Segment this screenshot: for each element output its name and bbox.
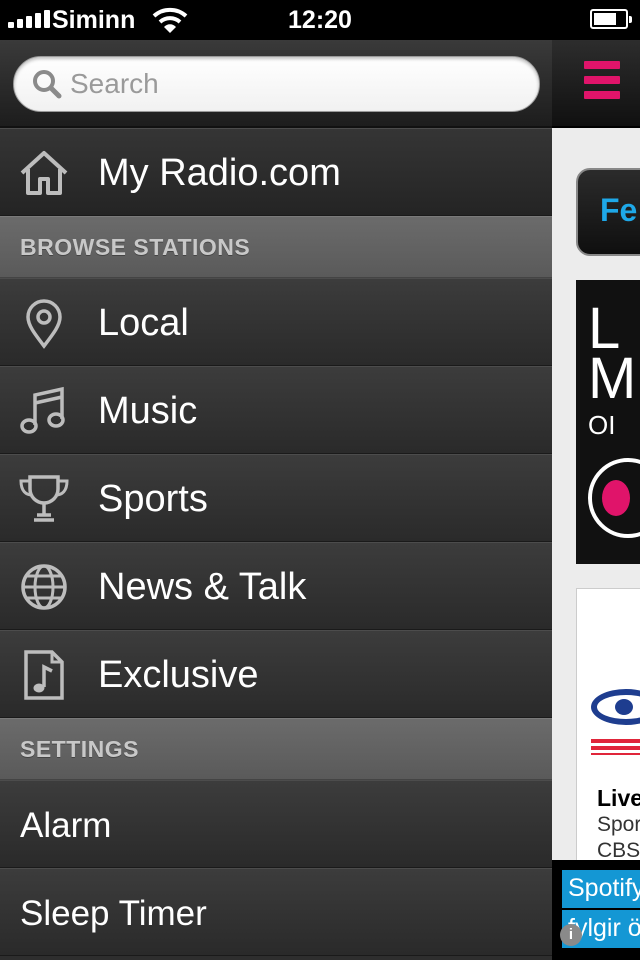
location-pin-icon <box>18 297 70 349</box>
promo-banner[interactable]: LM OI <box>576 280 640 564</box>
menu-item-alarm[interactable]: Alarm <box>0 780 552 868</box>
search-input[interactable] <box>70 65 510 103</box>
banner-line: OI <box>588 410 616 440</box>
search-box[interactable] <box>13 56 540 112</box>
clock: 12:20 <box>288 6 352 34</box>
hamburger-menu-icon[interactable] <box>584 61 620 103</box>
menu-item-label: News & Talk <box>98 566 307 608</box>
featured-tab-label: Fe <box>600 192 638 228</box>
ad-banner[interactable]: Spotify fylgir ö i <box>552 860 640 960</box>
main-content-peek[interactable]: Fe LM OI Live Spor CBS Spotify fylgir ö … <box>552 40 640 960</box>
info-icon[interactable]: i <box>560 924 582 946</box>
menu-item-sleep-timer[interactable]: Sleep Timer <box>0 868 552 956</box>
side-menu: My Radio.com BROWSE STATIONS Local Music <box>0 40 552 960</box>
banner-logo-icon <box>588 458 640 538</box>
station-card[interactable]: Live Spor CBS <box>576 588 640 868</box>
station-logo-stripe <box>591 739 640 755</box>
menu-item-label: My Radio.com <box>98 152 341 194</box>
menu-item-label: Exclusive <box>98 654 259 696</box>
menu-item-label: Alarm <box>20 806 112 845</box>
trophy-icon <box>18 473 70 525</box>
section-header-label: BROWSE STATIONS <box>20 234 251 260</box>
globe-icon <box>18 561 70 613</box>
search-bar <box>0 40 552 128</box>
home-icon <box>18 147 70 199</box>
battery-icon <box>590 9 632 29</box>
content-top-bar <box>552 40 640 128</box>
section-header-label: SETTINGS <box>20 736 140 762</box>
menu-item-local[interactable]: Local <box>0 278 552 366</box>
menu-item-sports[interactable]: Sports <box>0 454 552 542</box>
featured-tab[interactable]: Fe <box>576 168 640 256</box>
menu-item-music[interactable]: Music <box>0 366 552 454</box>
station-card-title: Live <box>597 785 640 811</box>
ad-text: Spotify <box>562 870 640 908</box>
music-file-icon <box>18 649 70 701</box>
search-icon <box>32 69 62 104</box>
station-card-subtitle: Spor <box>597 813 640 836</box>
menu-item-news-talk[interactable]: News & Talk <box>0 542 552 630</box>
section-header-browse: BROWSE STATIONS <box>0 216 552 278</box>
menu-item-label: Music <box>98 390 198 432</box>
menu-item-exclusive[interactable]: Exclusive <box>0 630 552 718</box>
menu-item-label: Sports <box>98 478 208 520</box>
menu-item-label: Sleep Timer <box>20 894 207 933</box>
status-bar: Siminn 12:20 <box>0 0 640 40</box>
menu-item-my-radio[interactable]: My Radio.com <box>0 128 552 216</box>
banner-line: M <box>588 346 637 411</box>
menu-item-label: Local <box>98 302 189 344</box>
section-header-settings: SETTINGS <box>0 718 552 780</box>
music-note-icon <box>18 385 70 437</box>
cbs-logo-icon <box>591 689 640 725</box>
